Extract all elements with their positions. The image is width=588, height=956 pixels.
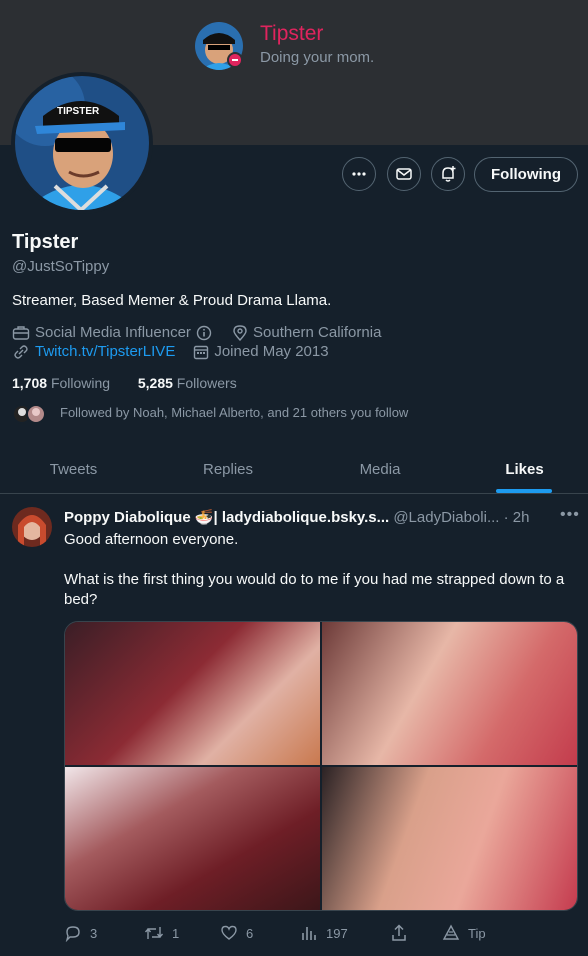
- following-count: 1,708: [12, 375, 48, 391]
- followers-count: 5,285: [137, 375, 173, 391]
- tweet-media-grid[interactable]: [64, 621, 578, 911]
- tab-likes[interactable]: Likes: [451, 445, 588, 493]
- tweet-author-name[interactable]: Poppy Diabolique 🍜| ladydiabolique.bsky.…: [64, 509, 389, 526]
- reply-icon: [65, 926, 80, 942]
- reply-button[interactable]: 3: [64, 924, 97, 942]
- follow-stats: 1,708 Following 5,285 Followers: [12, 375, 237, 391]
- share-button[interactable]: [390, 924, 408, 942]
- tip-button[interactable]: Tip: [442, 924, 486, 942]
- bell-plus-icon: [442, 166, 456, 182]
- tweet-more-icon[interactable]: •••: [560, 506, 580, 524]
- tweet-photo[interactable]: [322, 622, 577, 765]
- profile-bio: Streamer, Based Memer & Proud Drama Llam…: [12, 292, 332, 309]
- followed-by-avatars[interactable]: [12, 404, 52, 424]
- notifications-button[interactable]: [431, 157, 465, 191]
- following-label: Following: [50, 375, 111, 391]
- profile-location: Southern California: [232, 324, 381, 341]
- followers-link[interactable]: 5,285 Followers: [138, 375, 237, 391]
- reply-count: 3: [90, 925, 98, 941]
- briefcase-icon: [12, 325, 30, 340]
- share-icon: [392, 924, 406, 941]
- location-pin-icon: [233, 324, 247, 341]
- more-options-button[interactable]: [342, 157, 376, 191]
- tweet-header: Poppy Diabolique 🍜| ladydiabolique.bsky.…: [64, 508, 550, 526]
- retweet-button[interactable]: 1: [144, 924, 179, 942]
- link-icon: [14, 344, 28, 359]
- message-button[interactable]: [387, 157, 421, 191]
- category-label: Social Media Influencer: [35, 324, 191, 341]
- tweet-actions: 3 1 6 197 Tip: [64, 924, 564, 946]
- views-button[interactable]: 197: [300, 924, 348, 942]
- envelope-icon: [396, 168, 412, 180]
- profile-avatar[interactable]: TIPSTER: [11, 72, 153, 214]
- tweet-photo[interactable]: [322, 767, 577, 910]
- joined-date: Joined May 2013: [214, 343, 329, 360]
- retweet-icon: [144, 927, 164, 939]
- tweet-photo[interactable]: [65, 767, 320, 910]
- tweet-photo[interactable]: [65, 622, 320, 765]
- avatar-cap-text: TIPSTER: [57, 106, 100, 117]
- like-count: 6: [246, 925, 254, 941]
- tab-tweets[interactable]: Tweets: [0, 445, 147, 493]
- tweet-text-line: What is the first thing you would do to …: [64, 571, 565, 608]
- status-card-text: Doing your mom.: [260, 49, 375, 66]
- website-link[interactable]: Twitch.tv/TipsterLIVE: [35, 343, 175, 360]
- following-link[interactable]: 1,708 Following: [12, 375, 110, 391]
- status-card-name: Tipster: [260, 22, 324, 45]
- followers-label: Followers: [176, 375, 237, 391]
- profile-handle: @JustSoTippy: [12, 258, 110, 275]
- info-icon[interactable]: [196, 325, 212, 341]
- profile-tabs: Tweets Replies Media Likes: [0, 445, 588, 494]
- profile-category: Social Media Influencer: [12, 324, 212, 341]
- following-button[interactable]: Following: [474, 157, 578, 192]
- tab-media[interactable]: Media: [309, 445, 451, 493]
- dnd-status-icon: [227, 52, 243, 68]
- views-chart-icon: [302, 927, 316, 940]
- view-count: 197: [326, 925, 348, 941]
- tab-replies[interactable]: Replies: [147, 445, 309, 493]
- calendar-icon: [194, 345, 209, 359]
- tweet-author-avatar[interactable]: [12, 507, 52, 547]
- status-avatar: [195, 22, 243, 70]
- tweet-text: Good afternoon everyone. What is the fir…: [64, 530, 576, 630]
- tweet-author-handle[interactable]: @LadyDiaboli...: [393, 509, 499, 526]
- like-button[interactable]: 6: [220, 924, 253, 942]
- tip-icon: [442, 924, 460, 940]
- retweet-count: 1: [172, 925, 180, 941]
- active-tab-indicator: [496, 489, 552, 493]
- tweet-time[interactable]: · 2h: [504, 509, 530, 526]
- more-icon: [352, 172, 366, 176]
- location-label: Southern California: [253, 324, 382, 341]
- profile-website: Twitch.tv/TipsterLIVE Joined May 2013: [12, 343, 329, 360]
- heart-icon: [221, 925, 237, 940]
- followed-by-text[interactable]: Followed by Noah, Michael Alberto, and 2…: [60, 405, 408, 420]
- display-name: Tipster: [12, 231, 79, 253]
- tip-label: Tip: [468, 925, 486, 941]
- tweet-text-line: Good afternoon everyone.: [64, 531, 239, 548]
